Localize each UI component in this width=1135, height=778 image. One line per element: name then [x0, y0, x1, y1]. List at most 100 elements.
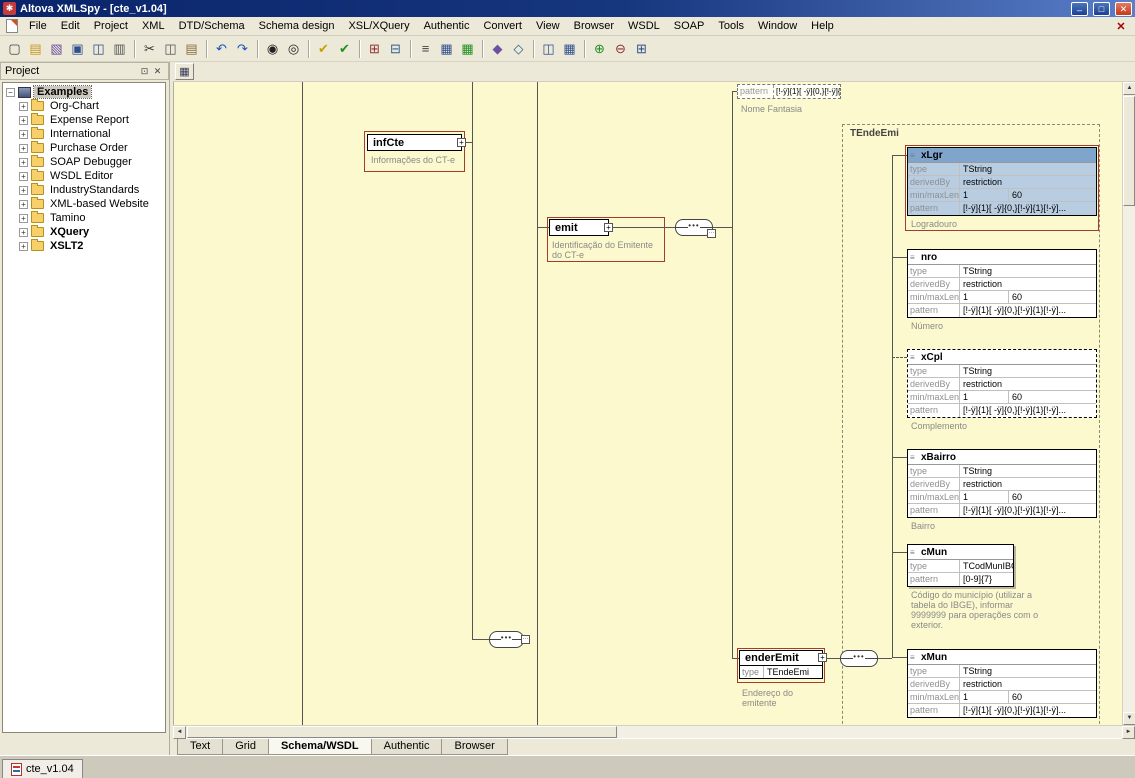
scroll-up-icon[interactable]: [1123, 82, 1135, 95]
scrollbar-thumb[interactable]: [1123, 96, 1135, 206]
cut-button[interactable]: ✂: [139, 38, 160, 59]
schema-diagram-canvas[interactable]: pattern [!-ÿ]{1}[ -ÿ]{0,}[!-ÿ]{1}[!-ÿ]..…: [173, 82, 1122, 725]
open-file-button[interactable]: ▤: [25, 38, 46, 59]
menu-item-project[interactable]: Project: [87, 18, 135, 34]
schema-view-button[interactable]: ▦: [457, 38, 478, 59]
save-all-button[interactable]: ◫: [88, 38, 109, 59]
view-tab-authentic[interactable]: Authentic: [371, 739, 443, 755]
expand-icon[interactable]: [19, 116, 28, 125]
new-file-button[interactable]: ▢: [4, 38, 25, 59]
expand-icon[interactable]: [19, 144, 28, 153]
expand-icon[interactable]: [604, 223, 613, 232]
check-wellformed-button[interactable]: ✔: [313, 38, 334, 59]
element-node-infcte[interactable]: infCte: [367, 134, 462, 151]
expand-icon[interactable]: [19, 158, 28, 167]
tree-item-xquery[interactable]: XQuery: [3, 225, 165, 239]
reload-file-button[interactable]: ▧: [46, 38, 67, 59]
paste-button[interactable]: ▤: [181, 38, 202, 59]
horizontal-scrollbar[interactable]: [173, 725, 1135, 738]
facet-fragment[interactable]: pattern [!-ÿ]{1}[ -ÿ]{0,}[!-ÿ]{1}[!-ÿ]..…: [737, 84, 841, 99]
close-document-icon[interactable]: [1113, 20, 1129, 33]
print-button[interactable]: ▥: [109, 38, 130, 59]
file-tab-cte-v1-04[interactable]: cte_v1.04: [2, 759, 83, 778]
expand-icon[interactable]: [19, 242, 28, 251]
menu-item-window[interactable]: Window: [751, 18, 804, 34]
append-element-button[interactable]: ⊕: [589, 38, 610, 59]
assign-schema-button[interactable]: ⊞: [364, 38, 385, 59]
menu-item-tools[interactable]: Tools: [711, 18, 751, 34]
copy-button[interactable]: ◫: [160, 38, 181, 59]
scroll-down-icon[interactable]: [1123, 712, 1135, 725]
menu-item-view[interactable]: View: [529, 18, 567, 34]
view-tab-schema-wsdl[interactable]: Schema/WSDL: [268, 739, 372, 755]
undo-button[interactable]: ↶: [211, 38, 232, 59]
menu-item-soap[interactable]: SOAP: [667, 18, 712, 34]
insert-element-button[interactable]: ⊞: [631, 38, 652, 59]
schema-grid-button[interactable]: ▦: [175, 63, 194, 80]
tree-item-org-chart[interactable]: Org-Chart: [3, 99, 165, 113]
expand-icon[interactable]: [818, 653, 827, 662]
expand-icon[interactable]: [19, 228, 28, 237]
facet-table-cmun[interactable]: cMuntypeTCodMunIBGEpattern[0-9]{7}: [907, 544, 1014, 587]
pin-icon[interactable]: [138, 65, 151, 78]
scrollbar-thumb[interactable]: [187, 726, 617, 738]
close-button[interactable]: [1115, 2, 1132, 16]
menu-item-help[interactable]: Help: [804, 18, 841, 34]
window-tile-button[interactable]: ▦: [559, 38, 580, 59]
expand-icon[interactable]: [19, 130, 28, 139]
browser-view-button[interactable]: ◇: [508, 38, 529, 59]
tree-item-examples[interactable]: Examples: [3, 85, 165, 99]
tree-item-wsdl-editor[interactable]: WSDL Editor: [3, 169, 165, 183]
tree-item-tamino[interactable]: Tamino: [3, 211, 165, 225]
expand-icon[interactable]: [19, 102, 28, 111]
save-file-button[interactable]: ▣: [67, 38, 88, 59]
menu-item-convert[interactable]: Convert: [476, 18, 529, 34]
redo-button[interactable]: ↷: [232, 38, 253, 59]
element-node-enderemit[interactable]: enderEmit: [739, 650, 823, 666]
window-cascade-button[interactable]: ◫: [538, 38, 559, 59]
menu-item-authentic[interactable]: Authentic: [417, 18, 477, 34]
menu-item-schema-design[interactable]: Schema design: [252, 18, 342, 34]
document-icon[interactable]: [6, 19, 18, 33]
facet-table-xcpl[interactable]: xCpltypeTStringderivedByrestrictionmin/m…: [907, 349, 1097, 418]
remove-element-button[interactable]: ⊖: [610, 38, 631, 59]
menu-item-dtd-schema[interactable]: DTD/Schema: [172, 18, 252, 34]
tree-item-international[interactable]: International: [3, 127, 165, 141]
expand-icon[interactable]: [6, 88, 15, 97]
text-view-button[interactable]: ≡: [415, 38, 436, 59]
facet-table-xmun[interactable]: xMuntypeTStringderivedByrestrictionmin/m…: [907, 649, 1097, 718]
facet-table-xlgr[interactable]: xLgrtypeTStringderivedByrestrictionmin/m…: [907, 147, 1097, 216]
minimize-button[interactable]: [1071, 2, 1088, 16]
facet-table-nro[interactable]: nrotypeTStringderivedByrestrictionmin/ma…: [907, 249, 1097, 318]
menu-item-browser[interactable]: Browser: [567, 18, 621, 34]
view-tab-browser[interactable]: Browser: [441, 739, 507, 755]
element-node-emit[interactable]: emit: [549, 219, 609, 236]
scroll-left-icon[interactable]: [173, 726, 186, 739]
tree-item-xslt2[interactable]: XSLT2: [3, 239, 165, 253]
expand-icon[interactable]: [19, 186, 28, 195]
view-tab-grid[interactable]: Grid: [222, 739, 269, 755]
expand-icon[interactable]: [19, 172, 28, 181]
menu-item-xsl-xquery[interactable]: XSL/XQuery: [341, 18, 416, 34]
find-button[interactable]: ◉: [262, 38, 283, 59]
menu-item-xml[interactable]: XML: [135, 18, 172, 34]
menu-item-file[interactable]: File: [22, 18, 54, 34]
menu-item-wsdl[interactable]: WSDL: [621, 18, 667, 34]
expand-icon[interactable]: [19, 200, 28, 209]
vertical-scrollbar[interactable]: [1122, 82, 1135, 725]
scroll-right-icon[interactable]: [1122, 726, 1135, 739]
close-panel-icon[interactable]: [151, 65, 164, 78]
expand-icon[interactable]: [19, 214, 28, 223]
tree-item-soap-debugger[interactable]: SOAP Debugger: [3, 155, 165, 169]
maximize-button[interactable]: [1093, 2, 1110, 16]
facet-table-xbairro[interactable]: xBairrotypeTStringderivedByrestrictionmi…: [907, 449, 1097, 518]
tree-item-purchase-order[interactable]: Purchase Order: [3, 141, 165, 155]
view-tab-text[interactable]: Text: [177, 739, 223, 755]
tree-item-xml-based-website[interactable]: XML-based Website: [3, 197, 165, 211]
sequence-compositor[interactable]: [840, 650, 878, 667]
authentic-view-button[interactable]: ◆: [487, 38, 508, 59]
menu-item-edit[interactable]: Edit: [54, 18, 87, 34]
grid-view-button[interactable]: ▦: [436, 38, 457, 59]
expand-icon[interactable]: [457, 138, 466, 147]
sequence-compositor[interactable]: [489, 631, 524, 648]
